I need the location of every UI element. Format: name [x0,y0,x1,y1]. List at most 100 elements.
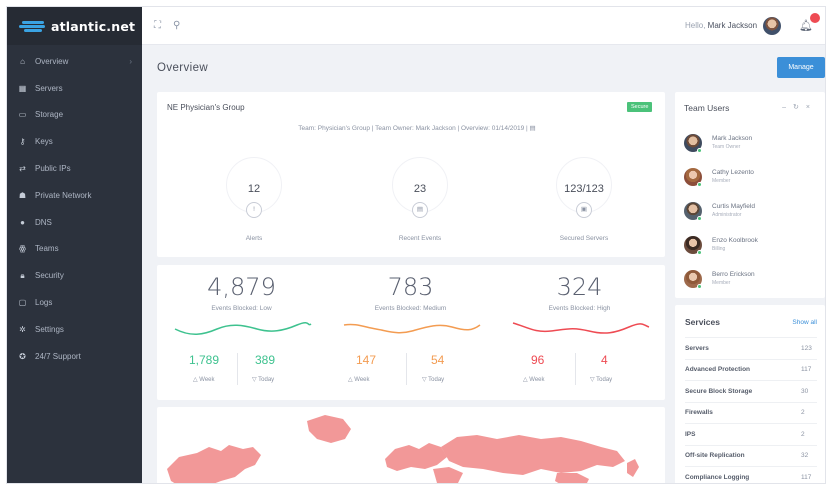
minimize-icon[interactable]: – [782,104,793,111]
show-all-link[interactable]: Show all [792,319,817,326]
arrows-icon: ⇄ [19,164,26,174]
week-label: △ Week [348,377,370,383]
sidebar-item-label: Storage [35,110,64,120]
service-count: 117 [801,473,812,481]
user-role: Administrator [712,212,742,218]
service-count: 117 [801,366,812,374]
sidebar-item-overview[interactable]: ⌂ Overview › [7,48,142,75]
services-title: Services [685,317,720,327]
divider [575,353,576,385]
sidebar-item-dns[interactable]: ● DNS [7,209,142,236]
team-user[interactable]: Mark Jackson Team Owner [684,130,819,160]
key-icon: ⚷ [19,137,26,147]
service-row[interactable]: IPS 2 [685,423,817,445]
map-region-japan [627,459,639,477]
topbar: ⛶ ⚲ Hello, Mark Jackson 🔔︎ [142,7,825,45]
user-name: Curtis Mayfield [712,203,755,210]
sidebar-item-teams[interactable]: ꙮ Teams [7,236,142,263]
status-badge: Secure [627,102,653,112]
sidebar-item-label: DNS [35,217,52,227]
team-info-text: Team: Physician's Group | Team Owner: Ma… [298,125,528,132]
online-status-icon [697,148,702,153]
app-frame: atlantic.net ⌂ Overview › ▦ Servers ▭ St… [6,6,826,484]
events-total: 783 [387,273,434,301]
events-low: 4,879 Events Blocked: Low 1,789 389 △ We… [157,265,326,400]
brand-name: atlantic.net [51,18,136,34]
sidebar-nav: ⌂ Overview › ▦ Servers ▭ Storage ⚷ Keys … [7,45,142,370]
sidebar-item-keys[interactable]: ⚷ Keys [7,128,142,155]
sidebar-item-support[interactable]: ✪ 24/7 Support [7,343,142,370]
storage-icon: ▭ [18,110,27,120]
sidebar-item-public-ips[interactable]: ⇄ Public IPs [7,155,142,182]
service-row[interactable]: Off-site Replication 32 [685,444,817,467]
sidebar-item-settings[interactable]: ✲ Settings [7,316,142,343]
fullscreen-icon[interactable]: ⛶ [154,20,161,31]
user-greeting[interactable]: Hello, Mark Jackson [685,21,757,30]
service-row[interactable]: Secure Block Storage 30 [685,380,817,402]
alert-icon: ! [246,202,262,218]
stat-secured-servers[interactable]: 123/123 ▣ Secured Servers [534,157,634,247]
dns-icon: ● [20,217,25,227]
service-row[interactable]: Servers 123 [685,337,817,359]
stat-alerts[interactable]: 12 ! Alerts [204,157,304,247]
search-icon[interactable]: ⚲ [173,20,180,31]
notification-bell-icon[interactable]: 🔔︎ [799,13,820,32]
stat-label: Alerts [245,235,263,242]
service-name: Servers [685,344,709,352]
map-region-east-asia [555,473,589,483]
page-title: Overview [157,62,209,74]
service-name: IPS [685,430,696,438]
chevron-right-icon: › [129,56,132,66]
events-icon: ▤ [412,202,428,218]
network-icon: ☗ [18,190,27,200]
sidebar-item-label: Security [35,271,64,281]
user-name: Mark Jackson [712,135,753,142]
close-icon[interactable]: × [806,104,817,111]
sidebar-item-private-network[interactable]: ☗ Private Network [7,182,142,209]
user-role: Team Owner [712,144,741,150]
online-status-icon [697,250,702,255]
sparkline-low [174,321,312,335]
sidebar-item-logs[interactable]: ▢ Logs [7,289,142,316]
team-user[interactable]: Curtis Mayfield Administrator [684,198,819,228]
team-user[interactable]: Enzo Koolbrook Billing [684,232,819,262]
divider [237,353,238,385]
online-status-icon [697,182,702,187]
events-week-value: 147 [356,353,377,367]
stat-value: 123/123 [564,183,604,195]
manage-button[interactable]: Manage [777,57,825,78]
service-count: 123 [801,344,812,352]
team-user[interactable]: Cathy Lezento Member [684,164,819,194]
today-label: ▽ Today [422,377,445,383]
team-user[interactable]: Berro Erickson Member [684,266,819,296]
events-total: 4,879 [207,273,276,301]
user-name: Enzo Koolbrook [712,237,758,244]
sidebar-item-servers[interactable]: ▦ Servers [7,75,142,102]
service-row[interactable]: Firewalls 2 [685,401,817,424]
map-region-asia [441,435,625,475]
stat-label: Secured Servers [559,235,609,242]
events-label: Events Blocked: Low [211,305,272,312]
world-map [167,415,639,483]
logs-icon: ▢ [18,298,27,308]
user-role: Billing [712,246,726,252]
stat-recent-events[interactable]: 23 ▤ Recent Events [370,157,470,247]
team-users-title: Team Users [684,103,730,113]
user-name: Cathy Lezento [712,169,754,176]
calendar-icon[interactable]: ▤ [530,125,536,132]
sidebar: atlantic.net ⌂ Overview › ▦ Servers ▭ St… [7,7,142,483]
sidebar-item-security[interactable]: 🔒︎ Security [7,262,142,289]
sparkline-medium [343,323,481,334]
events-total: 324 [556,273,603,301]
refresh-icon[interactable]: ↻ [793,104,806,111]
service-row[interactable]: Compliance Logging 117 [685,466,817,483]
events-today-value: 54 [431,353,445,367]
service-row[interactable]: Advanced Protection 117 [685,358,817,381]
sidebar-item-storage[interactable]: ▭ Storage [7,102,142,129]
stat-label: Recent Events [398,235,442,242]
brand-logo[interactable]: atlantic.net [7,7,142,45]
today-label: ▽ Today [590,377,613,383]
avatar[interactable] [763,16,782,35]
online-status-icon [697,284,702,289]
home-icon: ⌂ [20,56,25,66]
